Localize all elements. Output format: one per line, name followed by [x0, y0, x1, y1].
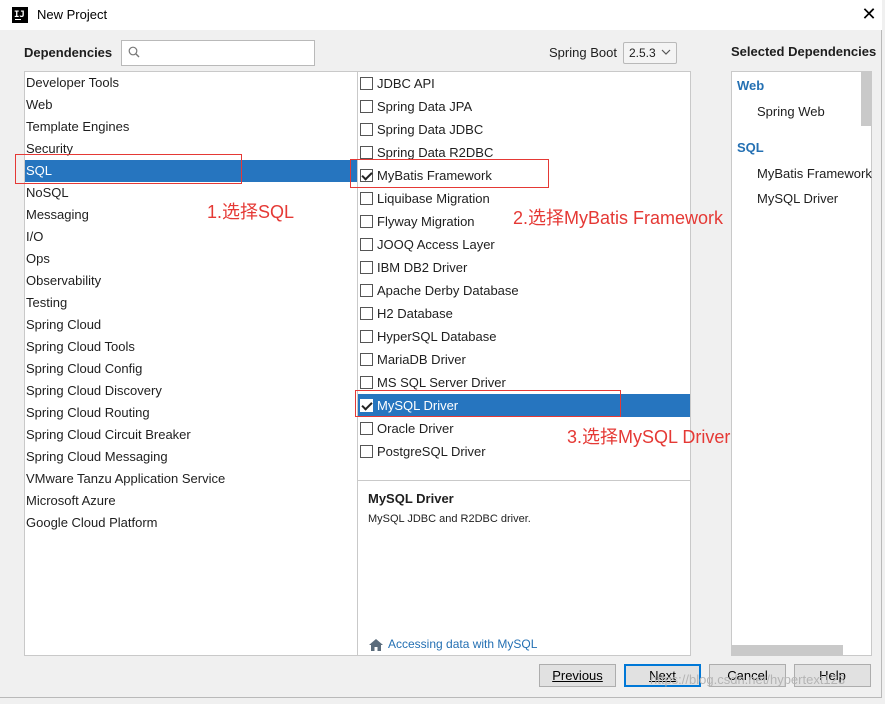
selected-item[interactable]: Spring Web [757, 104, 825, 119]
selected-group-web: Web [737, 78, 765, 93]
dependency-item[interactable]: HyperSQL Database [358, 325, 690, 348]
category-item[interactable]: VMware Tanzu Application Service [25, 468, 357, 490]
window-title: New Project [37, 7, 108, 22]
checkbox[interactable] [360, 238, 373, 251]
guide-link[interactable]: Accessing data with MySQL [388, 637, 537, 651]
search-icon [128, 46, 140, 58]
category-item[interactable]: Template Engines [25, 116, 357, 138]
dependency-label: JDBC API [377, 76, 435, 91]
previous-button[interactable]: Previous [539, 664, 616, 687]
dependency-label: Apache Derby Database [377, 283, 519, 298]
selected-dependencies-panel: Web Spring Web SQL MyBatis Framework MyS… [731, 71, 872, 656]
selected-item[interactable]: MySQL Driver [757, 191, 838, 206]
annotation-step1: 1.选择SQL [207, 202, 295, 222]
dependency-item[interactable]: H2 Database [358, 302, 690, 325]
chevron-down-icon [661, 49, 671, 55]
dependency-label: JOOQ Access Layer [377, 237, 495, 252]
title-bar: IJ New Project ✕ [0, 0, 882, 30]
checkbox[interactable] [360, 284, 373, 297]
dependency-label: IBM DB2 Driver [377, 260, 468, 275]
category-item[interactable]: Spring Cloud Messaging [25, 446, 357, 468]
selected-group-sql: SQL [737, 140, 764, 155]
dependency-label: Flyway Migration [377, 214, 475, 229]
dependency-item[interactable]: JDBC API [358, 72, 690, 95]
dependency-label: HyperSQL Database [377, 329, 497, 344]
annotation-box-mybatis [350, 159, 549, 188]
checkbox[interactable] [360, 353, 373, 366]
dependency-label: MariaDB Driver [377, 352, 466, 367]
dependency-label: Liquibase Migration [377, 191, 490, 206]
checkbox[interactable] [360, 192, 373, 205]
category-item[interactable]: Spring Cloud Discovery [25, 380, 357, 402]
annotation-box-mysql [355, 390, 621, 417]
dependency-item[interactable]: MariaDB Driver [358, 348, 690, 371]
dependency-item[interactable]: IBM DB2 Driver [358, 256, 690, 279]
new-project-dialog: IJ New Project ✕ Dependencies Spring Boo… [0, 0, 882, 698]
checkbox[interactable] [360, 146, 373, 159]
horizontal-scrollbar[interactable] [732, 645, 843, 655]
category-item[interactable]: Spring Cloud Tools [25, 336, 357, 358]
home-icon [369, 639, 383, 651]
checkbox[interactable] [360, 123, 373, 136]
category-item[interactable]: Developer Tools [25, 72, 357, 94]
dependency-label: Spring Data JDBC [377, 122, 484, 137]
dependency-label: Spring Data JPA [377, 99, 473, 114]
dependency-item[interactable]: Apache Derby Database [358, 279, 690, 302]
category-item[interactable]: I/O [25, 226, 357, 248]
category-item[interactable]: Microsoft Azure [25, 490, 357, 512]
dependencies-label: Dependencies [24, 45, 113, 60]
category-item[interactable]: Testing [25, 292, 357, 314]
checkbox[interactable] [360, 330, 373, 343]
intellij-app-icon: IJ [12, 7, 28, 23]
checkbox[interactable] [360, 307, 373, 320]
dependency-item[interactable]: Spring Data JPA [358, 95, 690, 118]
spring-boot-version-select[interactable]: 2.5.3 [623, 42, 677, 64]
vertical-scrollbar[interactable] [861, 72, 871, 126]
watermark: https://blog.csdn.net/hypertext123 [650, 672, 846, 687]
spring-boot-label: Spring Boot [549, 45, 617, 60]
background-edge [885, 0, 892, 704]
close-icon[interactable]: ✕ [858, 3, 880, 25]
category-item[interactable]: Spring Cloud Routing [25, 402, 357, 424]
category-item[interactable]: NoSQL [25, 182, 357, 204]
checkbox[interactable] [360, 376, 373, 389]
annotation-box-sql [15, 154, 242, 184]
dependency-item[interactable]: JOOQ Access Layer [358, 233, 690, 256]
dependency-label: Oracle Driver [377, 421, 454, 436]
checkbox[interactable] [360, 77, 373, 90]
dependency-description: MySQL Driver MySQL JDBC and R2DBC driver… [358, 480, 690, 655]
category-item[interactable]: Google Cloud Platform [25, 512, 357, 534]
category-item[interactable]: Ops [25, 248, 357, 270]
description-text: MySQL JDBC and R2DBC driver. [368, 513, 531, 525]
category-item[interactable]: Web [25, 94, 357, 116]
checkbox[interactable] [360, 100, 373, 113]
checkbox[interactable] [360, 445, 373, 458]
description-title: MySQL Driver [368, 491, 454, 506]
selected-item[interactable]: MyBatis Framework [757, 166, 872, 181]
selected-dependencies-title: Selected Dependencies [731, 44, 877, 59]
category-item[interactable]: Observability [25, 270, 357, 292]
annotation-step3: 3.选择MySQL Driver [567, 427, 731, 447]
category-item[interactable]: Spring Cloud Config [25, 358, 357, 380]
dependency-search-input[interactable] [121, 40, 315, 66]
dependency-item[interactable]: Spring Data JDBC [358, 118, 690, 141]
checkbox[interactable] [360, 422, 373, 435]
dependency-label: PostgreSQL Driver [377, 444, 486, 459]
spring-boot-version-value: 2.5.3 [629, 46, 656, 60]
category-item[interactable]: Spring Cloud [25, 314, 357, 336]
dependency-label: H2 Database [377, 306, 453, 321]
checkbox[interactable] [360, 215, 373, 228]
category-item[interactable]: Spring Cloud Circuit Breaker [25, 424, 357, 446]
annotation-step2: 2.选择MyBatis Framework [513, 208, 724, 228]
category-item[interactable]: Messaging [25, 204, 357, 226]
checkbox[interactable] [360, 261, 373, 274]
